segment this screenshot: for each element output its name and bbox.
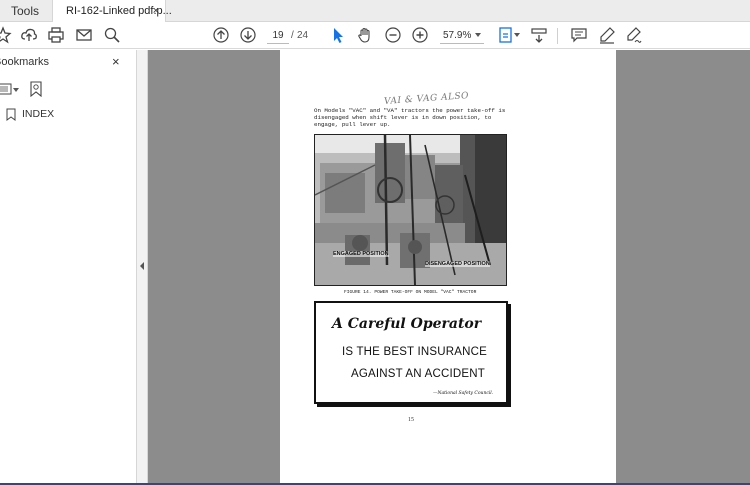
bookmark-icon [6, 108, 16, 121]
email-icon[interactable] [75, 26, 93, 44]
chevron-down-icon[interactable] [475, 33, 481, 37]
fit-page-icon[interactable] [497, 26, 515, 44]
tab-document[interactable]: RI-162-Linked pdf.p... × [52, 0, 172, 22]
document-viewer[interactable]: VAI & VAG ALSO On Models "VAC" and "VA" … [148, 50, 750, 483]
hand-tool-icon[interactable] [356, 26, 374, 44]
chevron-down-icon[interactable] [514, 33, 520, 37]
bookmarks-toolbar [0, 80, 137, 100]
panel-collapse-handle[interactable] [137, 50, 148, 485]
page-down-icon[interactable] [239, 26, 257, 44]
bookmarks-panel: Bookmarks × INDEX [0, 50, 137, 485]
intro-paragraph: On Models "VAC" and "VA" tractors the po… [314, 107, 506, 128]
select-arrow-icon[interactable] [329, 26, 347, 44]
chevron-left-icon[interactable] [140, 262, 144, 270]
figure-caption: FIGURE 14. POWER TAKE-OFF ON MODEL "VAC"… [344, 290, 477, 295]
banner-credit: —National Safety Council. [433, 391, 494, 396]
bookmark-search-icon[interactable] [29, 81, 43, 98]
engaged-position-label: ENGAGED POSITION [333, 251, 389, 257]
sign-icon[interactable] [625, 26, 643, 44]
comment-icon[interactable] [570, 26, 588, 44]
highlight-pen-icon[interactable] [598, 26, 616, 44]
tab-close-icon[interactable]: × [153, 0, 159, 22]
toolbar-divider [557, 28, 558, 44]
banner-headline: A Careful Operator [332, 316, 482, 332]
page-separator: / [291, 30, 294, 41]
zoom-in-icon[interactable] [411, 26, 429, 44]
page-number: 15 [408, 417, 414, 423]
close-icon[interactable]: × [112, 54, 120, 69]
bookmark-options-icon[interactable] [0, 82, 12, 96]
handwritten-note: VAI & VAG ALSO [383, 91, 470, 107]
document-page: VAI & VAG ALSO On Models "VAC" and "VA" … [280, 50, 616, 483]
scroll-mode-icon[interactable] [530, 26, 548, 44]
page-up-icon[interactable] [212, 26, 230, 44]
tab-bar: Tools RI-162-Linked pdf.p... × [0, 0, 750, 22]
bookmark-star-icon[interactable] [0, 26, 12, 44]
safety-banner: A Careful Operator IS THE BEST INSURANCE… [314, 301, 508, 404]
zoom-out-icon[interactable] [384, 26, 402, 44]
tractor-photo: ENGAGED POSITION DISENGAGED POSITION [314, 134, 507, 286]
bookmark-label: INDEX [22, 108, 55, 120]
print-icon[interactable] [47, 26, 65, 44]
search-zoom-icon[interactable] [103, 26, 121, 44]
upload-icon[interactable] [20, 26, 38, 44]
bookmark-item-index[interactable]: INDEX [0, 107, 137, 123]
page-total: 24 [297, 30, 309, 41]
toolbar: 19 / 24 57.9% [0, 22, 750, 49]
banner-line-2: AGAINST AN ACCIDENT [351, 368, 485, 380]
tab-tools[interactable]: Tools [0, 0, 52, 22]
disengaged-position-label: DISENGAGED POSITION [425, 261, 490, 267]
chevron-down-icon[interactable] [13, 88, 19, 92]
page-number-input[interactable]: 19 [267, 27, 289, 44]
banner-line-1: IS THE BEST INSURANCE [342, 346, 488, 358]
bookmarks-title: Bookmarks [0, 56, 50, 68]
